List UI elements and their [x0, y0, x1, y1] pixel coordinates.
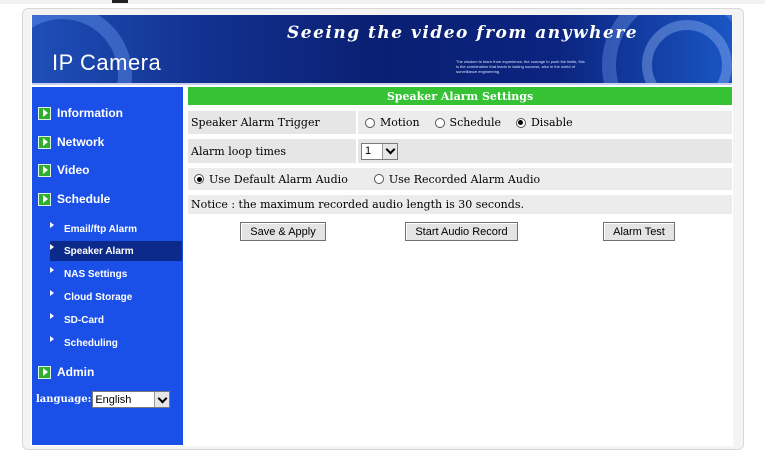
sub-speaker-alarm[interactable]: Speaker Alarm: [50, 241, 182, 261]
sub-label: SD-Card: [64, 314, 105, 326]
bullet-arrow-icon: [50, 244, 54, 250]
radio-icon: [373, 174, 384, 184]
nav-label: Schedule: [57, 192, 111, 206]
trigger-label: Speaker Alarm Trigger: [191, 116, 320, 129]
alarm-test-button[interactable]: Alarm Test: [603, 222, 675, 241]
green-arrow-icon: [38, 135, 51, 149]
radio-label: Use Default Alarm Audio: [209, 172, 348, 186]
chevron-down-icon[interactable]: [382, 143, 397, 159]
strip-marker: [112, 0, 128, 3]
sub-label: Scheduling: [64, 337, 118, 349]
bullet-arrow-icon: [50, 336, 54, 342]
language-value: English: [95, 393, 132, 406]
language-label: language:: [36, 394, 92, 405]
radio-selected-icon: [194, 174, 204, 184]
green-arrow-icon: [38, 192, 51, 206]
nav-network[interactable]: Network: [38, 132, 104, 152]
trigger-schedule-radio[interactable]: Schedule: [434, 116, 501, 129]
bullet-arrow-icon: [50, 290, 54, 296]
notice-row: Notice : the maximum recorded audio leng…: [188, 195, 732, 214]
nav-admin[interactable]: Admin: [38, 362, 94, 382]
header-banner: IP Camera Seeing the video from anywhere…: [32, 15, 732, 85]
sub-cloud-storage[interactable]: Cloud Storage: [50, 287, 182, 307]
radio-label: Schedule: [449, 116, 501, 129]
browser-top-strip: [0, 0, 765, 4]
bullet-arrow-icon: [50, 313, 54, 319]
sub-nas-settings[interactable]: NAS Settings: [50, 264, 182, 284]
language-select[interactable]: English: [92, 391, 171, 408]
logo-text: IP Camera: [52, 50, 162, 75]
language-row: language: English: [36, 391, 171, 408]
nav-label: Video: [57, 163, 90, 177]
bullet-arrow-icon: [50, 267, 54, 273]
nav-label: Network: [57, 135, 105, 149]
nav-schedule[interactable]: Schedule: [38, 189, 110, 209]
trigger-options: Motion Schedule Disable: [358, 111, 732, 134]
audio-row: Use Default Alarm Audio Use Recorded Ala…: [188, 168, 732, 190]
radio-icon: [365, 117, 375, 128]
nav-information[interactable]: Information: [38, 103, 123, 123]
audio-options: Use Default Alarm Audio Use Recorded Ala…: [194, 168, 540, 190]
tagline: Seeing the video from anywhere: [287, 23, 639, 43]
sub-sd-card[interactable]: SD-Card: [50, 310, 182, 330]
radio-icon: [434, 117, 445, 128]
default-audio-radio[interactable]: Use Default Alarm Audio: [194, 173, 348, 186]
loop-times-select[interactable]: 1: [361, 142, 398, 160]
recorded-audio-radio[interactable]: Use Recorded Alarm Audio: [373, 172, 541, 186]
nav-label: Information: [57, 106, 123, 120]
sidebar: Information Network Video Schedule Email…: [32, 87, 183, 445]
bullet-arrow-icon: [50, 222, 54, 228]
start-audio-record-button[interactable]: Start Audio Record: [405, 222, 518, 241]
radio-label: Motion: [380, 116, 420, 129]
sub-label: NAS Settings: [64, 268, 128, 280]
sub-scheduling[interactable]: Scheduling: [50, 333, 182, 353]
sub-email-ftp-alarm[interactable]: Email/ftp Alarm: [50, 219, 182, 239]
nav-video[interactable]: Video: [38, 160, 89, 180]
green-arrow-icon: [38, 163, 51, 177]
radio-label: Disable: [530, 116, 573, 129]
trigger-motion-radio[interactable]: Motion: [365, 116, 420, 129]
green-arrow-icon: [38, 106, 51, 120]
sub-label: Cloud Storage: [64, 291, 133, 303]
sub-label: Email/ftp Alarm: [64, 223, 137, 235]
notice-text: Notice : the maximum recorded audio leng…: [191, 198, 524, 211]
sub-label: Speaker Alarm: [64, 245, 134, 257]
nav-label: Admin: [57, 365, 95, 379]
radio-label: Use Recorded Alarm Audio: [388, 172, 541, 186]
page-title: Speaker Alarm Settings: [188, 87, 732, 105]
green-arrow-icon: [38, 365, 51, 379]
loop-row: Alarm loop times 1: [188, 139, 732, 163]
loop-value-cell: 1: [358, 139, 732, 163]
loop-label: Alarm loop times: [191, 144, 287, 158]
banner-small-text: The wisdom to learn from experience, the…: [456, 59, 585, 74]
trigger-row: Speaker Alarm Trigger Motion Schedule Di…: [188, 111, 732, 134]
loop-value: 1: [365, 145, 372, 157]
radio-selected-icon: [515, 117, 526, 128]
trigger-disable-radio[interactable]: Disable: [515, 116, 573, 129]
chevron-down-icon[interactable]: [154, 392, 170, 407]
save-apply-button[interactable]: Save & Apply: [240, 222, 326, 241]
